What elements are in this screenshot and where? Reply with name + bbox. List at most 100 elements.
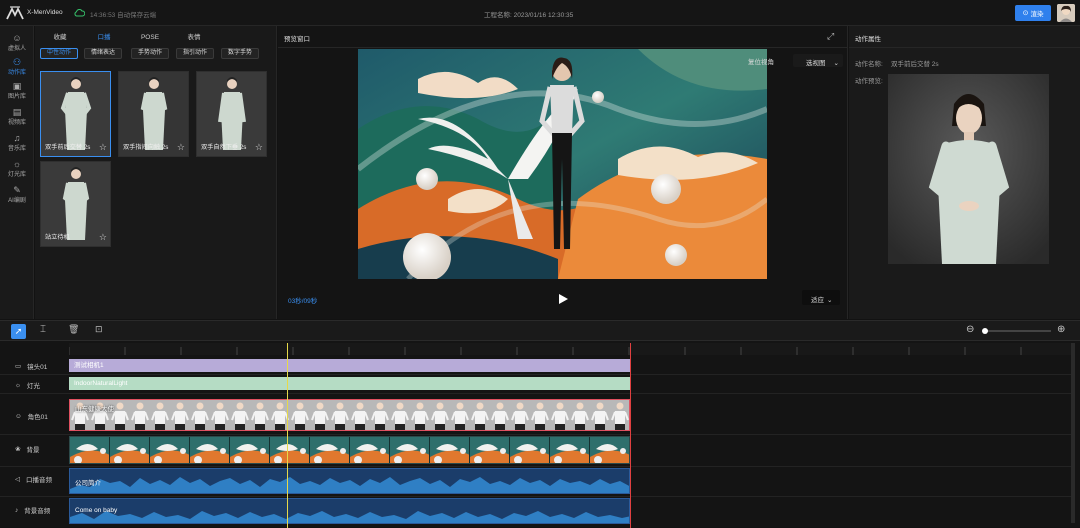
ai-icon: ✎ [13,184,21,195]
motion-name-label: 动作名称: [855,61,883,68]
view-select[interactable]: 选视图 ⌄ [793,54,843,67]
fit-select-value: 适应 [811,297,824,304]
time-ruler[interactable] [68,343,1071,355]
tab-speech[interactable]: 口播 [91,32,117,43]
track-label-voice: ◁ 口播音频 [15,476,52,484]
divider [849,47,1080,48]
properties-title: 动作属性 [855,36,881,43]
light-icon: ☼ [12,158,22,169]
rail-item-videos[interactable]: ▤ 视频库 [0,104,34,128]
tab-favorites[interactable]: 收藏 [47,32,73,43]
motion-name-value: 双手前后交替 2s [891,61,939,68]
cloud-icon [74,8,86,17]
split-tool-icon[interactable]: ⌶ [40,324,46,335]
rail-item-motion[interactable]: ⚇ 动作库 [0,54,34,78]
camera-icon: ▭ [15,363,22,370]
track-label-character: ☺ 角色01 [15,412,48,422]
music-waveform [70,511,629,523]
star-icon[interactable]: ☆ [99,232,107,243]
delete-icon[interactable]: 🗑 [68,324,79,335]
subtab-neutral[interactable]: 中性动作 [40,48,78,59]
tab-pose[interactable]: POSE [135,32,165,43]
motion-preview-image [888,74,1049,264]
play-icon[interactable] [557,293,569,305]
zoom-slider[interactable] [983,330,1051,332]
zoom-slider-handle[interactable] [982,328,988,334]
top-bar: X-MenVideo 14:36:53 自动保存云端 工程名称: 2023/01… [0,0,1080,26]
star-icon[interactable]: ☆ [177,142,185,153]
divider [0,434,1072,435]
character-filmstrip [70,400,629,430]
divider [0,496,1072,497]
video-icon: ▤ [12,106,22,117]
person-icon: ☺ [12,32,22,43]
motion-card[interactable]: 站立待机 ☆ [40,161,111,247]
reset-view-button[interactable]: 复位视角 [748,56,774,66]
bulb-icon: ☼ [15,381,21,389]
rail-item-ai-writer[interactable]: ✎ AI编剧 [0,182,34,206]
preview-panel: 预览窗口 ⤢ 复位视角 选视图 ⌄ 03秒/09秒 适应 ⌄ [278,26,848,319]
camera-clip[interactable]: 测试相机1 [69,359,630,372]
fullscreen-icon[interactable]: ⤢ [827,31,834,42]
properties-panel: 动作属性 动作名称: 双手前后交替 2s 动作预览: [849,26,1080,319]
star-icon[interactable]: ☆ [255,142,263,153]
motion-preview-label: 动作预览: [855,78,883,85]
star-icon[interactable]: ☆ [99,142,107,153]
project-name: 工程名称: 2023/01/16 12:30:35 [484,12,574,19]
zoom-in-icon[interactable]: ⊕ [1057,324,1065,335]
fit-select[interactable]: 适应 ⌄ [802,290,840,305]
playhead[interactable] [287,343,288,528]
preview-canvas[interactable] [358,49,767,279]
rail-item-images[interactable]: ▣ 图片库 [0,78,34,102]
end-marker[interactable] [630,343,631,528]
voice-clip[interactable]: 公司简介 [69,468,630,494]
subtab-gesture[interactable]: 手势动作 [131,48,169,59]
music-note-icon: ♪ [15,506,19,514]
rail-item-lights[interactable]: ☼ 灯光库 [0,156,34,180]
speaker-icon: ◁ [15,476,20,483]
character-icon: ☺ [15,412,22,420]
rail-item-music[interactable]: ♫ 音乐库 [0,130,34,154]
timeline-scrollbar[interactable] [1071,343,1075,523]
divider [0,466,1072,467]
subtab-number[interactable]: 数字手势 [221,48,259,59]
timeline-toolbar: ➚ ⌶ 🗑 ⊡ ⊖ ⊕ [0,321,1080,341]
app-logo-icon [6,6,24,20]
motion-card-label: 双手指间向触 2s [123,144,169,151]
motion-icon: ⚇ [12,56,22,67]
preview-title: 预览窗口 [284,36,310,43]
motion-card-label: 双手自然下垂 2s [201,144,247,151]
track-label-music: ♪ 背景音频 [15,506,51,516]
render-icon: ⊙ [1022,10,1029,17]
subtab-emotion[interactable]: 情绪表达 [84,48,122,59]
save-status: 14:36:53 自动保存云端 [90,12,157,19]
background-clip[interactable] [69,436,630,464]
render-label: 渲染 [1030,11,1044,18]
motion-card[interactable]: 双手自然下垂 2s ☆ [196,71,267,157]
fit-timeline-icon[interactable]: ⊡ [95,324,103,335]
zoom-out-icon[interactable]: ⊖ [966,324,974,335]
avatar[interactable] [1057,4,1075,22]
nav-rail: ☺ 虚拟人 ⚇ 动作库 ▣ 图片库 ▤ 视频库 ♫ 音乐库 ☼ 灯光库 ✎ AI编剧 [0,26,34,319]
character-clip[interactable]: 山东健康大使 [69,399,630,431]
motion-card-label: 双手前后交替 2s [45,144,91,151]
background-filmstrip [70,437,629,463]
playback-time: 03秒/09秒 [288,298,318,305]
motion-card[interactable]: 双手前后交替 2s ☆ [40,71,111,157]
divider [278,47,848,48]
music-icon: ♫ [13,132,21,143]
track-label-light: ☼ 灯光 [15,381,40,391]
view-select-value: 选视图 [806,60,826,67]
motion-card[interactable]: 双手指间向触 2s ☆ [118,71,189,157]
subtab-guide[interactable]: 指引动作 [176,48,214,59]
chevron-down-icon: ⌄ [827,297,833,304]
rail-item-virtual-human[interactable]: ☺ 虚拟人 [0,30,34,54]
tab-expression[interactable]: 表情 [181,32,207,43]
render-button[interactable]: ⊙ 渲染 [1015,5,1051,21]
select-tool-icon[interactable]: ➚ [11,324,26,339]
light-clip[interactable]: IndoorNaturalLight [69,377,630,390]
divider [0,393,1072,394]
chevron-down-icon: ⌄ [833,60,839,67]
music-clip[interactable]: Come on baby [69,498,630,524]
divider [0,374,1072,375]
